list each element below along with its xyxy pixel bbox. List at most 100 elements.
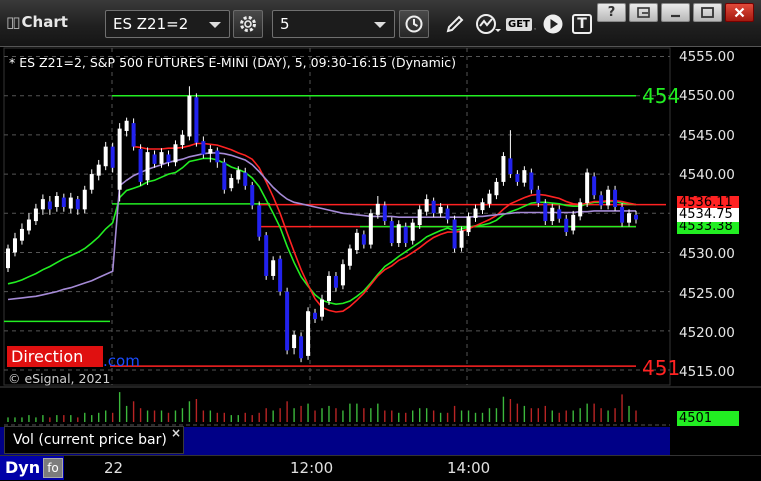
- close-button[interactable]: [725, 3, 754, 22]
- candle: [452, 215, 457, 253]
- restore-button[interactable]: [629, 3, 658, 22]
- candle-body: [145, 152, 150, 181]
- candle-body: [299, 336, 304, 359]
- settings-button[interactable]: [233, 10, 263, 38]
- candle-body: [110, 146, 115, 168]
- candle: [6, 244, 10, 273]
- time-axis-label: 14:00: [447, 459, 491, 477]
- candle-body: [382, 205, 387, 222]
- direction-button[interactable]: Direction: [7, 346, 103, 367]
- time-axis-label: 22: [104, 459, 124, 477]
- candle: [222, 158, 227, 194]
- price-axis-label: 4545.00: [679, 128, 735, 144]
- candle-body: [375, 203, 380, 215]
- candle: [368, 209, 373, 249]
- candle-body: [124, 120, 129, 131]
- candle-body: [410, 222, 415, 241]
- candle-body: [306, 311, 311, 356]
- candle-body: [236, 170, 241, 180]
- candle-body: [89, 174, 94, 190]
- candle-body: [26, 219, 31, 231]
- candle-body: [592, 176, 597, 196]
- candle-body: [82, 189, 87, 210]
- candle-body: [487, 193, 492, 204]
- candle: [592, 172, 597, 200]
- help-button[interactable]: ?: [597, 3, 626, 22]
- minimize-button[interactable]: [661, 3, 690, 22]
- candle-body: [438, 206, 443, 214]
- pencil-icon: [446, 15, 464, 33]
- candle: [396, 220, 401, 247]
- interval-combo[interactable]: 5: [272, 10, 395, 38]
- esignal-link[interactable]: .com: [103, 352, 140, 370]
- play-icon: [543, 14, 563, 34]
- candle-body: [215, 150, 220, 163]
- candle-body: [173, 144, 178, 163]
- candle-body: [347, 248, 352, 266]
- grip-icon[interactable]: ▯▯: [6, 13, 20, 31]
- candle-body: [257, 205, 262, 237]
- get-icon: GET: [506, 17, 532, 31]
- candle-body: [606, 189, 611, 206]
- level-label-top: 454: [642, 84, 681, 108]
- price-axis-label: 4525.00: [679, 286, 735, 302]
- candle-body: [96, 164, 101, 176]
- candle-body: [201, 141, 206, 155]
- candle-body: [466, 216, 471, 233]
- candle-body: [480, 202, 485, 211]
- chevron-down-icon[interactable]: [209, 22, 221, 28]
- play-button[interactable]: [538, 10, 568, 38]
- text-tool-button[interactable]: T: [567, 10, 597, 38]
- candle-body: [403, 226, 408, 244]
- candle-body: [333, 275, 338, 288]
- chart-toolbar: ▯▯ Chart ES Z21=2 5 GET T ?: [0, 0, 761, 47]
- maximize-button[interactable]: [693, 3, 722, 22]
- studies-button[interactable]: [473, 10, 503, 38]
- interval-value: 5: [280, 15, 290, 33]
- candle-body: [208, 148, 213, 154]
- candle-body: [243, 172, 248, 186]
- price-axis-label: 4540.00: [679, 167, 735, 183]
- price-axis-label: 4555.00: [679, 49, 735, 65]
- candle-body: [571, 214, 576, 231]
- clock-icon: [405, 15, 423, 33]
- get-data-button[interactable]: GET: [506, 10, 536, 38]
- candle-body: [389, 221, 394, 244]
- candle-body: [320, 299, 324, 317]
- candle-body: [620, 206, 625, 223]
- candle-body: [634, 214, 638, 220]
- volume-study-label[interactable]: Vol (current price bar): [4, 426, 184, 454]
- candle-body: [166, 154, 171, 163]
- price-axis-label: 4515.00: [679, 364, 735, 380]
- candle-body: [117, 128, 122, 190]
- price-tag-last: 4534.75: [677, 208, 739, 222]
- candle-body: [54, 196, 59, 207]
- candle-body: [6, 248, 10, 269]
- candle-body: [550, 207, 555, 222]
- candle-body: [152, 154, 157, 164]
- candle-body: [452, 219, 457, 249]
- close-icon[interactable]: ×: [171, 426, 181, 440]
- candle-body: [271, 260, 276, 276]
- candle-body: [75, 199, 80, 210]
- candle-body: [40, 199, 45, 210]
- candle-body: [473, 208, 478, 218]
- draw-button[interactable]: [440, 10, 470, 38]
- candle-body: [564, 218, 569, 233]
- chevron-down-icon[interactable]: [374, 22, 386, 28]
- candle: [131, 118, 136, 151]
- candle-body: [494, 181, 499, 196]
- window-title-text: Chart: [21, 13, 68, 31]
- candle-body: [326, 275, 331, 302]
- symbol-combo[interactable]: ES Z21=2: [105, 10, 230, 38]
- candle-body: [459, 230, 464, 248]
- time-template-button[interactable]: [399, 10, 429, 38]
- candle: [138, 144, 143, 186]
- candle: [326, 271, 331, 305]
- copyright-text: © eSignal, 2021: [8, 371, 111, 386]
- price-chart[interactable]: [0, 47, 761, 455]
- candle-body: [445, 208, 450, 220]
- formula-icon[interactable]: fo: [43, 458, 63, 478]
- restore-icon: [637, 7, 650, 18]
- candle: [299, 332, 304, 363]
